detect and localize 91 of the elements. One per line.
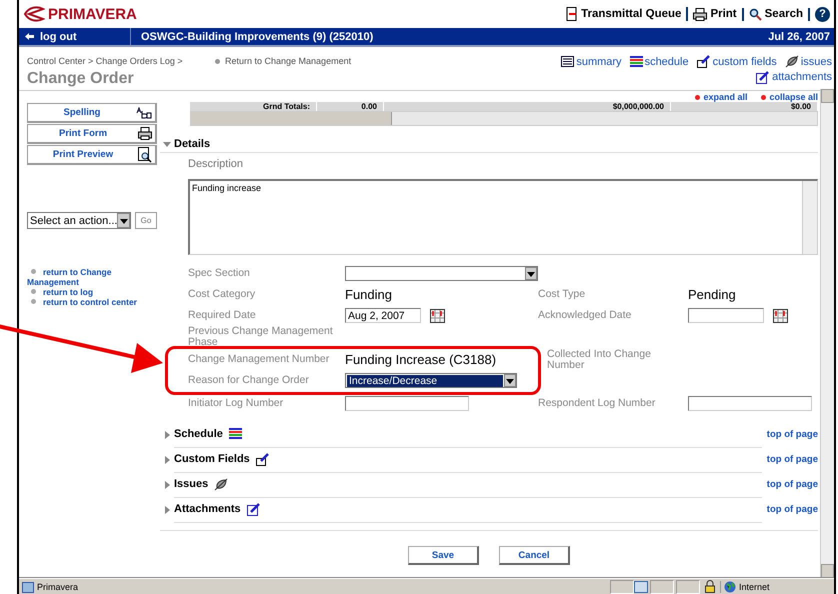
field-label: Previous Change Management Phase xyxy=(188,326,334,348)
input-field[interactable] xyxy=(345,396,469,411)
app-logo: PRIMAVERA xyxy=(48,6,137,22)
sidebar-button[interactable]: Print Preview xyxy=(27,145,157,165)
sidebar-button[interactable]: Spelling xyxy=(27,103,157,123)
header-link[interactable]: Transmittal Queue xyxy=(561,7,688,21)
save-button[interactable]: Save xyxy=(408,546,479,565)
date-text: Jul 26, 2007 xyxy=(768,30,831,42)
field-label: Description xyxy=(188,158,244,171)
status-panel xyxy=(650,580,674,594)
leaf-icon xyxy=(214,478,228,490)
return-link[interactable]: Return to Change Management xyxy=(215,56,352,66)
top-of-page-link[interactable]: top of page xyxy=(766,479,818,490)
date-field[interactable]: Aug 2, 2007 xyxy=(345,308,421,323)
action-select[interactable]: Select an action... xyxy=(27,212,131,229)
pencil-icon xyxy=(256,452,270,466)
top-of-page-link[interactable]: top of page xyxy=(766,429,818,440)
cancel-button[interactable]: Cancel xyxy=(499,546,570,565)
field-label: Spec Section xyxy=(188,268,251,279)
project-title: OSWGC-Building Improvements (9) (252010) xyxy=(140,30,374,42)
section-title: Details xyxy=(174,138,210,150)
calendar-icon[interactable] xyxy=(430,308,445,322)
window-icon xyxy=(634,580,648,592)
header-link[interactable]: Search xyxy=(744,8,810,20)
quick-link[interactable]: attachments xyxy=(756,70,832,84)
gantt-icon xyxy=(228,428,242,440)
dropdown-arrow-icon[interactable] xyxy=(120,216,128,224)
back-arrow-icon xyxy=(25,32,34,41)
vertical-scrollbar[interactable] xyxy=(820,89,834,578)
field-label: Initiator Log Number xyxy=(188,398,284,409)
field-value: Funding Increase (C3188) xyxy=(345,352,496,367)
field-label: Cost Type xyxy=(538,289,586,300)
browser-icon xyxy=(22,580,34,592)
section-title: Attachments xyxy=(174,503,241,515)
document-icon xyxy=(566,7,578,21)
printer-icon xyxy=(693,8,708,20)
collapse-toggle-icon[interactable] xyxy=(160,140,174,148)
status-text: Primavera xyxy=(37,582,78,592)
globe-icon xyxy=(724,580,736,592)
expand-all-link[interactable]: expand all xyxy=(695,92,748,102)
field-label: Change Management Number xyxy=(188,354,330,365)
top-of-page-link[interactable]: top of page xyxy=(766,504,818,515)
search-icon xyxy=(748,8,762,20)
help-button[interactable]: ? xyxy=(815,6,830,22)
field-label: Cost Category xyxy=(188,289,256,300)
date-field[interactable] xyxy=(688,308,764,323)
status-panel xyxy=(610,580,634,594)
leaf-icon xyxy=(784,55,799,68)
pencil-icon xyxy=(696,55,711,68)
horizontal-scrollbar[interactable] xyxy=(190,111,818,126)
header-link[interactable]: Print xyxy=(688,8,744,20)
zone-text: Internet xyxy=(739,582,770,592)
section-title: Issues xyxy=(174,478,208,490)
sidebar-link[interactable]: return to control center xyxy=(27,297,160,307)
gantt-icon xyxy=(630,56,643,68)
logo-icon xyxy=(23,5,45,23)
page-title: Change Order xyxy=(27,70,135,88)
dropdown[interactable] xyxy=(345,266,538,281)
magnifier-page-icon xyxy=(138,146,152,162)
quick-link[interactable]: issues xyxy=(784,55,832,68)
top-of-page-link[interactable]: top of page xyxy=(766,454,818,465)
collapse-all-link[interactable]: collapse all xyxy=(761,92,818,102)
printer-icon xyxy=(138,127,152,140)
dropdown-arrow-icon[interactable] xyxy=(506,376,514,384)
field-value: Pending xyxy=(688,287,736,302)
lock-icon xyxy=(704,580,716,593)
field-label: Collected Into Change Number xyxy=(547,349,652,371)
field-label: Required Date xyxy=(188,310,257,321)
section-title: Custom Fields xyxy=(174,453,250,465)
field-label: Reason for Change Order xyxy=(188,375,310,386)
field-label: Respondent Log Number xyxy=(538,398,656,409)
go-button[interactable]: Go xyxy=(135,212,157,229)
dropdown-arrow-icon[interactable] xyxy=(527,270,535,278)
spelling-icon xyxy=(136,106,152,118)
quick-link[interactable]: schedule xyxy=(630,55,689,68)
list-icon xyxy=(561,56,574,67)
breadcrumb: Control Center > Change Orders Log > xyxy=(27,56,184,66)
input-field[interactable] xyxy=(688,396,812,411)
sidebar-link[interactable]: return to log xyxy=(27,287,160,297)
status-panel xyxy=(676,580,700,594)
logout-link[interactable]: log out xyxy=(19,28,131,45)
dropdown[interactable]: Increase/Decrease xyxy=(345,373,517,388)
field-value: Funding xyxy=(345,287,392,302)
field-label: Acknowledged Date xyxy=(538,310,632,321)
description-field[interactable]: Funding increase xyxy=(188,179,818,255)
sidebar-button[interactable]: Print Form xyxy=(27,124,157,144)
quick-link[interactable]: summary xyxy=(561,55,622,68)
quick-link[interactable]: custom fields xyxy=(696,55,777,68)
section-title: Schedule xyxy=(174,428,223,440)
totals-row: Grnd Totals: 0.00 $0,000,000.00 $0.00 xyxy=(190,102,818,111)
calendar-icon[interactable] xyxy=(773,308,788,322)
